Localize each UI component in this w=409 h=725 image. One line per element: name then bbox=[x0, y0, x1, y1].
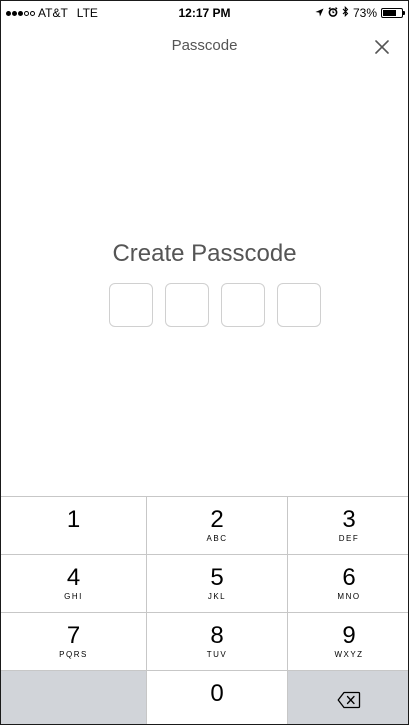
key-8[interactable]: 8 TUV bbox=[147, 613, 287, 670]
battery-icon bbox=[381, 8, 405, 18]
key-letters: PQRS bbox=[59, 649, 88, 659]
key-6[interactable]: 6 MNO bbox=[288, 555, 408, 612]
passcode-digit-box bbox=[221, 283, 265, 327]
close-button[interactable] bbox=[368, 33, 396, 61]
key-digit: 2 bbox=[210, 505, 224, 533]
key-digit: 4 bbox=[66, 563, 81, 591]
key-digit: 3 bbox=[342, 505, 356, 533]
passcode-digit-box bbox=[165, 283, 209, 327]
key-4[interactable]: 4 GHI bbox=[1, 555, 146, 612]
status-right: 73% bbox=[315, 5, 405, 20]
nav-title: Passcode bbox=[171, 37, 238, 54]
key-letters: TUV bbox=[206, 649, 228, 659]
screen: AT&T LTE 12:17 PM 73% Passcode Create Pa… bbox=[0, 0, 409, 725]
nav-bar: Passcode bbox=[1, 25, 408, 69]
key-0[interactable]: 0 bbox=[147, 671, 287, 724]
location-arrow-icon bbox=[315, 6, 324, 20]
key-5[interactable]: 5 JKL bbox=[147, 555, 287, 612]
status-bar: AT&T LTE 12:17 PM 73% bbox=[1, 1, 408, 25]
key-digit: 0 bbox=[210, 680, 224, 707]
key-9[interactable]: 9 WXYZ bbox=[288, 613, 408, 670]
key-digit: 7 bbox=[66, 621, 81, 649]
key-letters: MNO bbox=[337, 591, 361, 601]
passcode-digit-box bbox=[109, 283, 153, 327]
key-letters: WXYZ bbox=[334, 649, 364, 659]
key-letters: JKL bbox=[207, 591, 227, 601]
key-3[interactable]: 3 DEF bbox=[288, 497, 408, 554]
key-digit: 8 bbox=[210, 621, 224, 649]
key-digit: 9 bbox=[342, 621, 356, 649]
delete-button[interactable] bbox=[288, 671, 408, 724]
key-digit: 5 bbox=[210, 563, 224, 591]
battery-level bbox=[383, 10, 397, 16]
key-blank bbox=[1, 671, 146, 724]
backspace-icon bbox=[337, 691, 361, 709]
key-letters: ABC bbox=[206, 533, 228, 543]
page-title: Create Passcode bbox=[112, 240, 297, 267]
key-2[interactable]: 2 ABC bbox=[147, 497, 287, 554]
passcode-digit-box bbox=[277, 283, 321, 327]
numeric-keypad: 1 2 ABC 3 DEF 4 GHI 5 JKL 6 MNO 7 PQRS 8 bbox=[1, 496, 408, 724]
alarm-icon bbox=[328, 6, 338, 20]
key-letters: GHI bbox=[64, 591, 83, 601]
bluetooth-icon bbox=[342, 5, 349, 20]
key-7[interactable]: 7 PQRS bbox=[1, 613, 146, 670]
battery-percent: 73% bbox=[352, 6, 377, 20]
close-icon bbox=[375, 40, 389, 54]
key-digit: 1 bbox=[66, 505, 81, 533]
key-letters: DEF bbox=[338, 533, 360, 543]
key-1[interactable]: 1 bbox=[1, 497, 146, 554]
key-digit: 6 bbox=[342, 563, 356, 591]
passcode-boxes[interactable] bbox=[109, 283, 321, 327]
